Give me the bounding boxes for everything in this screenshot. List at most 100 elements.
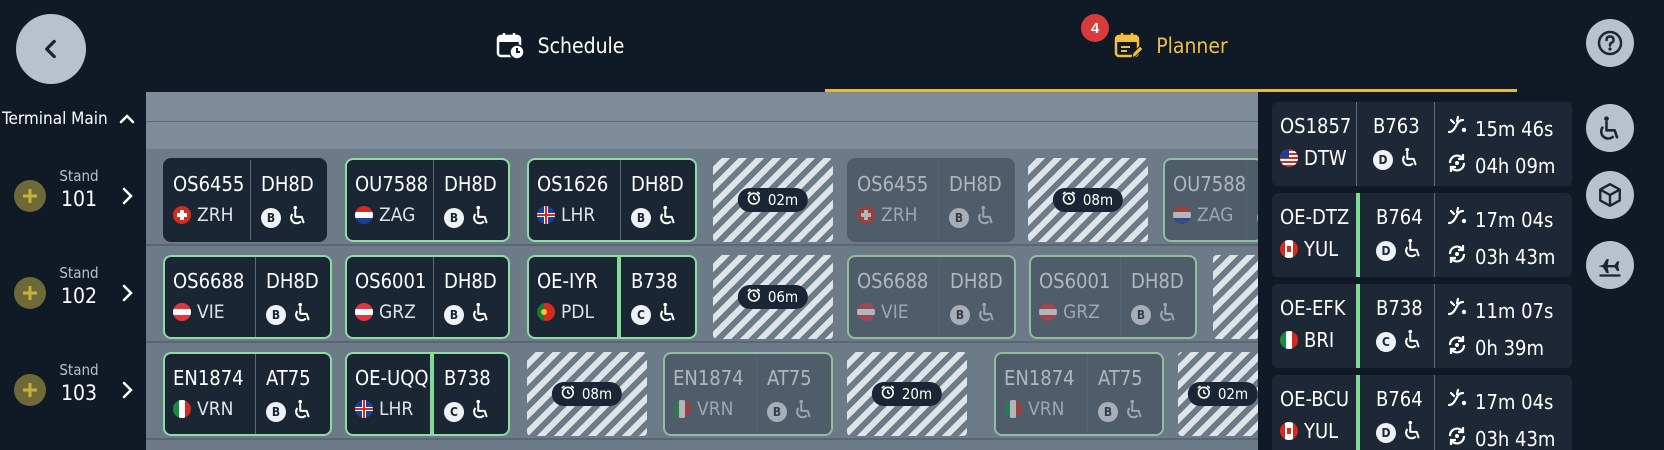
help-button[interactable] xyxy=(1586,19,1634,67)
flight-number: OE-BCU xyxy=(1280,387,1350,411)
aircraft-type: AT75 xyxy=(266,366,311,390)
flight-card-right: DH8D B xyxy=(940,257,1014,337)
origin-airport: GRZ xyxy=(1063,301,1100,323)
wheelchair-filter-button[interactable] xyxy=(1586,104,1634,152)
arrival-icon xyxy=(1445,205,1469,234)
wheelchair-icon xyxy=(976,301,998,328)
country-flag-icon xyxy=(1280,331,1298,349)
country-flag-icon xyxy=(1280,240,1298,258)
stand-expand-button[interactable] xyxy=(120,185,136,212)
aircraft-type: DH8D xyxy=(949,172,1002,196)
flight-card[interactable]: EN1874 VRN AT75 B xyxy=(994,352,1164,436)
country-flag-icon xyxy=(355,400,373,418)
wheelchair-icon xyxy=(793,398,815,425)
terminal-selector[interactable]: Terminal Main xyxy=(0,104,146,134)
stand-timeline-row: OS6455 ZRH DH8D B OU7588 ZAG DH8D B OS1626 LHR DH8… xyxy=(146,149,1258,246)
stand-number: 102 xyxy=(60,284,98,308)
stand-timeline[interactable]: OS6455 ZRH DH8D B OU7588 ZAG DH8D B OS1626 LHR DH8… xyxy=(146,92,1258,450)
stand-row: Stand 103 xyxy=(0,343,146,435)
flight-card-right: DH8D B xyxy=(434,257,508,337)
stand-number: 101 xyxy=(60,187,98,211)
question-mark-icon xyxy=(1597,30,1623,56)
flight-card-left: OS1626 LHR xyxy=(529,160,621,240)
tab-planner[interactable]: Planner xyxy=(825,0,1517,92)
flight-card-right: DH8D B xyxy=(256,257,330,337)
wheelchair-icon xyxy=(287,204,309,231)
flight-card-right: DH8D B xyxy=(434,160,508,240)
origin-airport: ZAG xyxy=(379,204,416,226)
flight-number: OS1857 xyxy=(1280,114,1352,138)
tab-schedule-label: Schedule xyxy=(537,34,625,58)
flight-number: OE-DTZ xyxy=(1280,205,1350,229)
aircraft-type: AT75 xyxy=(767,366,812,390)
add-flight-button[interactable] xyxy=(14,277,46,309)
origin-airport: DTW xyxy=(1304,146,1347,170)
turnaround-icon xyxy=(1445,333,1469,362)
chevron-left-icon xyxy=(45,39,56,59)
flight-card[interactable]: EN1874 VRN AT75 B xyxy=(663,352,833,436)
unassigned-flight-card[interactable]: OE-DTZ YUL B764 D 17m 04s 03h 43m xyxy=(1272,193,1572,277)
alarm-clock-icon xyxy=(1061,190,1077,210)
add-flight-button[interactable] xyxy=(14,374,46,406)
flight-number: OU7588 xyxy=(355,172,429,196)
flight-card[interactable]: OU7588 ZAG DH8DB xyxy=(345,158,510,242)
flight-card[interactable]: OE-IYR PDL B738 C xyxy=(527,255,697,339)
aircraft-class-badge: B xyxy=(949,207,969,228)
gap-duration-pill: 06m xyxy=(737,285,809,309)
flight-card[interactable]: OS6455 ZRH DH8D B xyxy=(163,158,327,242)
aircraft-class-badge: B xyxy=(266,304,286,325)
tab-schedule[interactable]: Schedule xyxy=(320,0,800,92)
flight-card-left: EN1874 VRN xyxy=(996,354,1088,434)
flight-card-right: AT75 B xyxy=(757,354,831,434)
wheelchair-icon xyxy=(1399,146,1421,173)
timeline-header xyxy=(146,92,1258,121)
chevron-right-icon xyxy=(122,381,133,399)
flight-card-left: OS6455 ZRH xyxy=(165,160,251,240)
flight-card-left: OS6688 VIE xyxy=(165,257,256,337)
flight-card[interactable]: OU7588ZAGDH8DB xyxy=(1163,158,1258,242)
unassigned-flight-card[interactable]: OE-EFK BRI B738 C 11m 07s 0h 39m xyxy=(1272,284,1572,368)
flight-card[interactable]: OS1626 LHR DH8D B xyxy=(527,158,697,242)
flight-card[interactable]: EN1874 VRN AT75 B xyxy=(163,352,332,436)
wheelchair-icon xyxy=(657,301,679,328)
flight-card[interactable]: OS6001 GRZ DH8D B xyxy=(1029,255,1197,339)
terminal-name: Terminal Main xyxy=(2,109,108,129)
flight-card-right: DH8D B xyxy=(251,160,325,240)
flight-card[interactable]: OE-UQQ LHR B738 C xyxy=(345,352,510,436)
stand-expand-button[interactable] xyxy=(120,379,136,406)
unassigned-flight-card[interactable]: OS1857 DTW B763 D 15m 46s 04h 09m xyxy=(1272,102,1572,186)
wheelchair-icon xyxy=(1402,237,1424,264)
flight-number: OS6455 xyxy=(173,172,245,196)
aircraft-class-badge: C xyxy=(444,401,464,422)
flight-card-right: DH8D B xyxy=(939,160,1013,240)
flight-card-right: B738 C xyxy=(621,257,695,337)
aircraft-class-badge: B xyxy=(767,401,787,422)
cargo-filter-button[interactable] xyxy=(1586,171,1634,219)
stand-expand-button[interactable] xyxy=(120,282,136,309)
stand-number: 103 xyxy=(60,381,98,405)
origin-airport: GRZ xyxy=(379,301,416,323)
plus-icon xyxy=(23,189,37,203)
unassigned-flight-card[interactable]: OE-BCU YUL B764 D 17m 04s 03h 43m xyxy=(1272,375,1572,450)
flight-card[interactable]: OS6688 VIE DH8D B xyxy=(847,255,1016,339)
arrivals-filter-button[interactable] xyxy=(1586,241,1634,289)
turnaround-duration: 04h 09m xyxy=(1475,153,1556,178)
flight-card[interactable]: OS6455 ZRH DH8D B xyxy=(847,158,1015,242)
turnaround-duration: 0h 39m xyxy=(1475,335,1544,360)
origin-airport: LHR xyxy=(561,204,596,226)
flight-card-right: B738 C xyxy=(434,354,508,434)
country-flag-icon xyxy=(857,303,875,321)
alarm-clock-icon xyxy=(1196,384,1212,404)
add-flight-button[interactable] xyxy=(14,180,46,212)
wheelchair-icon xyxy=(470,398,492,425)
turnaround-gap: 02m xyxy=(1178,352,1258,436)
gap-duration-pill: 08m xyxy=(1052,188,1124,212)
flight-card[interactable]: OS6001 GRZ DH8D B xyxy=(345,255,510,339)
aircraft-class-badge: C xyxy=(631,304,651,325)
flight-card-left: EN1874 VRN xyxy=(665,354,757,434)
turnaround-gap xyxy=(1213,255,1258,339)
aircraft-class-badge: B xyxy=(266,401,286,422)
back-button[interactable] xyxy=(16,14,86,84)
flight-card[interactable]: OS6688 VIE DH8D B xyxy=(163,255,332,339)
flight-number: OS6688 xyxy=(173,269,245,293)
